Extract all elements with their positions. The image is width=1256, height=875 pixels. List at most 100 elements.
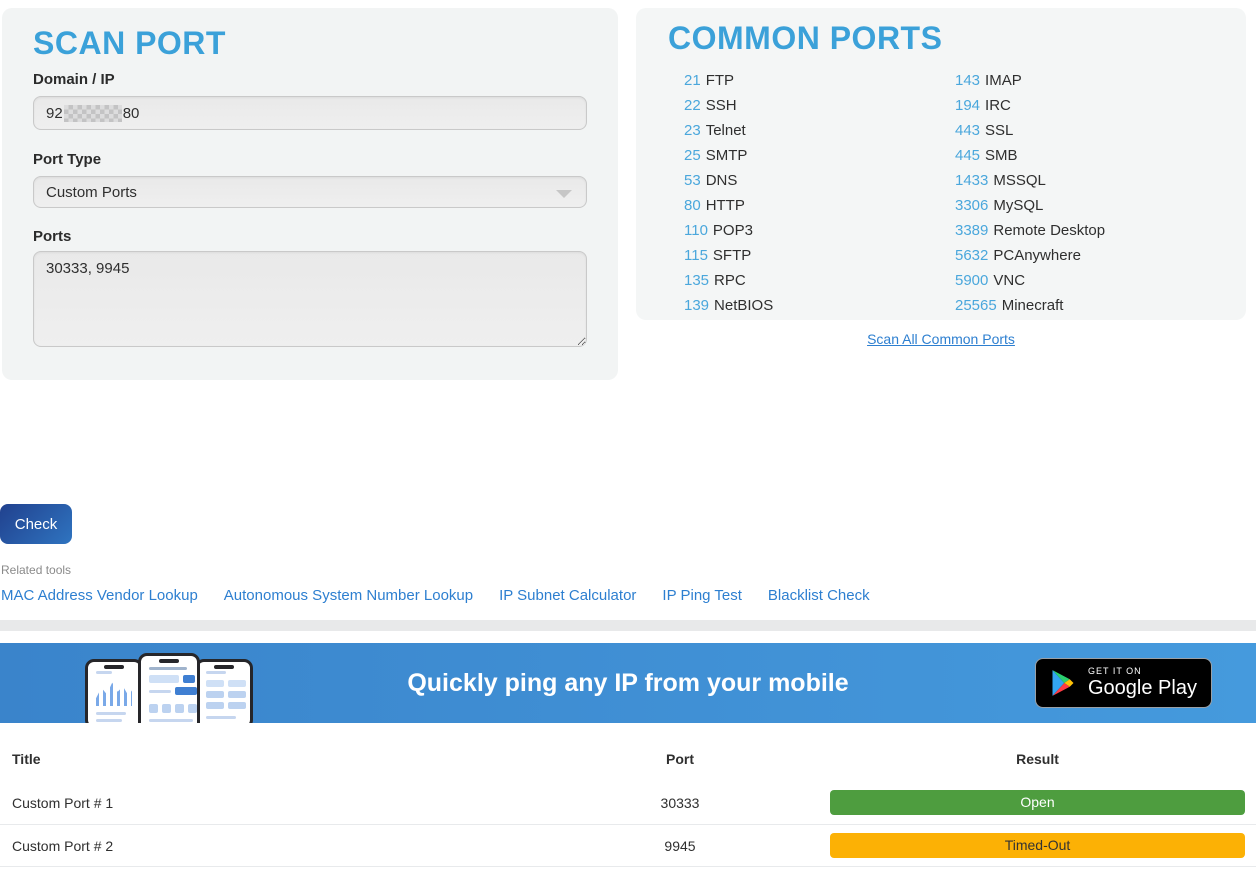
port-name: FTP (706, 72, 734, 89)
port-type-value: Custom Ports (46, 184, 137, 201)
port-number-link[interactable]: 22 (684, 97, 701, 114)
related-tools-label: Related tools (1, 563, 71, 577)
table-row: Custom Port # 2 9945 Timed-Out (0, 824, 1256, 867)
row-port: 30333 (560, 795, 800, 811)
port-number-link[interactable]: 143 (955, 72, 980, 89)
google-play-icon (1049, 669, 1077, 697)
port-item[interactable]: 53 DNS (684, 168, 773, 193)
port-item[interactable]: 194 IRC (955, 93, 1105, 118)
port-item[interactable]: 135 RPC (684, 268, 773, 293)
port-item[interactable]: 21 FTP (684, 68, 773, 93)
port-name: SMTP (706, 147, 748, 164)
link-mac-address-vendor-lookup[interactable]: MAC Address Vendor Lookup (1, 587, 198, 604)
link-blacklist-check[interactable]: Blacklist Check (768, 587, 870, 604)
redacted-ip-segment (64, 105, 122, 122)
port-name: DNS (706, 172, 738, 189)
status-badge-open: Open (830, 790, 1245, 815)
common-ports-column-2: 143 IMAP 194 IRC 443 SSL 445 SMB 1433 MSSQL 3… (955, 68, 1105, 318)
port-item[interactable]: 143 IMAP (955, 68, 1105, 93)
common-ports-panel: COMMON PORTS 21 FTP 22 SSH 23 Telnet 25 SMTP… (636, 8, 1246, 320)
divider-strip (0, 620, 1256, 631)
domain-ip-input[interactable]: 92 80 (33, 96, 587, 130)
port-item[interactable]: 115 SFTP (684, 243, 773, 268)
related-tools-links: MAC Address Vendor Lookup Autonomous Sys… (1, 587, 870, 604)
check-button[interactable]: Check (0, 504, 72, 544)
port-number-link[interactable]: 1433 (955, 172, 988, 189)
port-number-link[interactable]: 25 (684, 147, 701, 164)
port-number-link[interactable]: 3389 (955, 222, 988, 239)
port-number-link[interactable]: 115 (684, 247, 708, 264)
port-name: POP3 (713, 222, 753, 239)
port-number-link[interactable]: 5900 (955, 272, 988, 289)
header-port: Port (560, 751, 800, 767)
port-item[interactable]: 25 SMTP (684, 143, 773, 168)
port-name: RPC (714, 272, 746, 289)
row-title: Custom Port # 2 (0, 838, 560, 854)
results-header-row: Title Port Result (0, 737, 1256, 781)
port-item[interactable]: 5632 PCAnywhere (955, 243, 1105, 268)
domain-ip-value-suffix: 80 (123, 105, 140, 122)
port-name: SFTP (713, 247, 751, 264)
link-ip-subnet-calculator[interactable]: IP Subnet Calculator (499, 587, 636, 604)
port-name: Remote Desktop (993, 222, 1105, 239)
phones-illustration (85, 653, 255, 723)
port-number-link[interactable]: 25565 (955, 297, 997, 314)
port-name: IRC (985, 97, 1011, 114)
port-item[interactable]: 80HTTP (684, 193, 773, 218)
port-name: SSL (985, 122, 1013, 139)
port-number-link[interactable]: 110 (684, 222, 708, 239)
port-name: PCAnywhere (993, 247, 1081, 264)
port-number-link[interactable]: 5632 (955, 247, 988, 264)
ports-textarea[interactable]: 30333, 9945 (33, 251, 587, 347)
phone-center (138, 653, 200, 723)
port-number-link[interactable]: 21 (684, 72, 701, 89)
badge-large-text: Google Play (1088, 677, 1197, 699)
port-type-label: Port Type (33, 151, 101, 168)
port-number-link[interactable]: 445 (955, 147, 980, 164)
page: SCAN PORT Domain / IP 92 80 Port Type Cu… (0, 0, 1256, 875)
port-name: SSH (706, 97, 737, 114)
scan-all-common-ports: Scan All Common Ports (636, 331, 1246, 349)
scan-port-panel: SCAN PORT Domain / IP 92 80 Port Type Cu… (2, 8, 618, 380)
port-item[interactable]: 443 SSL (955, 118, 1105, 143)
link-ip-ping-test[interactable]: IP Ping Test (662, 587, 742, 604)
badge-small-text: GET IT ON (1088, 667, 1197, 677)
port-number-link[interactable]: 3306 (955, 197, 988, 214)
port-name: VNC (993, 272, 1025, 289)
port-number-link[interactable]: 443 (955, 122, 980, 139)
port-item[interactable]: 110 POP3 (684, 218, 773, 243)
domain-ip-value-prefix: 92 (46, 105, 63, 122)
google-play-badge[interactable]: GET IT ON Google Play (1035, 658, 1212, 708)
port-name: IMAP (985, 72, 1022, 89)
port-number-link[interactable]: 53 (684, 172, 701, 189)
phone-right (195, 659, 253, 723)
port-type-select[interactable]: Custom Ports (33, 176, 587, 208)
port-item[interactable]: 445 SMB (955, 143, 1105, 168)
port-number-link[interactable]: 139 (684, 297, 709, 314)
port-item[interactable]: 22 SSH (684, 93, 773, 118)
port-number-link[interactable]: 80 (684, 197, 701, 214)
header-result: Result (830, 751, 1245, 767)
port-name: NetBIOS (714, 297, 773, 314)
port-item[interactable]: 3389 Remote Desktop (955, 218, 1105, 243)
port-name: SMB (985, 147, 1018, 164)
port-number-link[interactable]: 135 (684, 272, 709, 289)
chevron-down-icon (556, 190, 572, 198)
google-play-badge-text: GET IT ON Google Play (1088, 667, 1197, 699)
mobile-app-banner: Quickly ping any IP from your mobile (0, 643, 1256, 723)
port-item[interactable]: 139 NetBIOS (684, 293, 773, 318)
port-item[interactable]: 3306 MySQL (955, 193, 1105, 218)
port-item[interactable]: 23 Telnet (684, 118, 773, 143)
port-name: MySQL (993, 197, 1043, 214)
port-item[interactable]: 1433 MSSQL (955, 168, 1105, 193)
port-item[interactable]: 25565Minecraft (955, 293, 1105, 318)
port-item[interactable]: 5900 VNC (955, 268, 1105, 293)
scan-all-common-ports-link[interactable]: Scan All Common Ports (867, 331, 1015, 347)
common-ports-title: COMMON PORTS (668, 20, 942, 57)
status-badge-timed-out: Timed-Out (830, 833, 1245, 858)
port-name: Telnet (706, 122, 746, 139)
port-name: MSSQL (993, 172, 1046, 189)
link-asn-lookup[interactable]: Autonomous System Number Lookup (224, 587, 473, 604)
port-number-link[interactable]: 23 (684, 122, 701, 139)
port-number-link[interactable]: 194 (955, 97, 980, 114)
